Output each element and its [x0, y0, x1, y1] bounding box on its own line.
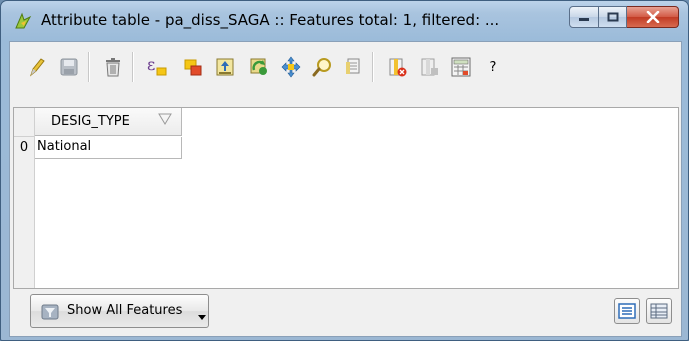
form-view-icon — [618, 303, 636, 319]
pencil-icon — [29, 58, 45, 77]
toolbar-separator — [88, 52, 90, 82]
save-edits-button[interactable] — [56, 54, 82, 80]
deselect-all-button[interactable] — [180, 54, 206, 80]
move-selection-to-top-button[interactable] — [212, 54, 238, 80]
save-icon — [60, 58, 78, 76]
delete-selected-button[interactable] — [100, 54, 126, 80]
toolbar-separator — [132, 52, 134, 82]
row-header[interactable]: 0 — [14, 137, 35, 159]
deselect-icon — [184, 59, 202, 76]
attribute-table[interactable]: DESIG_TYPE 0 National — [13, 107, 679, 289]
delete-column-icon — [389, 58, 407, 77]
close-button[interactable] — [627, 6, 679, 28]
table-corner[interactable] — [14, 108, 35, 137]
show-all-features-button[interactable]: Show All Features — [30, 294, 209, 328]
dropdown-arrow-icon — [198, 315, 206, 320]
help-icon: ? — [489, 59, 497, 75]
form-view-button[interactable] — [614, 298, 640, 324]
table-view-button[interactable] — [646, 298, 672, 324]
select-by-expression-button[interactable]: ε — [144, 54, 170, 80]
toolbar: ε ? — [10, 42, 681, 92]
window-controls — [569, 6, 679, 28]
table-cell[interactable]: National — [35, 137, 182, 159]
field-calculator-button[interactable] — [448, 54, 474, 80]
zoom-map-to-selected-button[interactable] — [310, 54, 336, 80]
invert-selection-icon — [250, 58, 267, 75]
expression-icon: ε — [147, 55, 167, 76]
column-header-label: DESIG_TYPE — [51, 114, 130, 129]
new-column-button[interactable] — [416, 54, 442, 80]
row-header-area — [14, 159, 35, 288]
delete-column-button[interactable] — [384, 54, 410, 80]
pan-icon — [281, 56, 301, 78]
help-button[interactable]: ? — [480, 54, 506, 80]
minimize-button[interactable] — [569, 6, 599, 28]
svg-text:ε: ε — [147, 55, 155, 74]
qgis-logo-icon — [15, 12, 32, 29]
pan-map-to-selected-button[interactable] — [278, 54, 304, 80]
calculator-icon — [451, 57, 471, 77]
column-header-desig-type[interactable]: DESIG_TYPE — [35, 108, 182, 136]
close-icon — [646, 11, 659, 23]
title-bar[interactable]: Attribute table - pa_diss_SAGA :: Featur… — [1, 1, 688, 41]
client-area: ε ? DESIG_TYPE 0 National Show All Featu… — [9, 41, 682, 337]
maximize-icon — [607, 12, 618, 22]
copy-icon — [346, 58, 360, 74]
new-column-icon — [421, 58, 438, 76]
copy-selected-rows-button[interactable] — [340, 54, 366, 80]
attribute-table-window: Attribute table - pa_diss_SAGA :: Featur… — [0, 0, 689, 341]
window-title: Attribute table - pa_diss_SAGA :: Featur… — [41, 11, 500, 29]
minimize-icon — [579, 18, 589, 21]
table-view-icon — [650, 303, 668, 319]
toggle-editing-button[interactable] — [24, 54, 50, 80]
trash-icon — [106, 58, 120, 77]
zoom-icon — [312, 58, 331, 77]
sort-indicator-icon — [158, 113, 172, 125]
move-top-icon — [216, 58, 234, 76]
invert-selection-button[interactable] — [246, 54, 272, 80]
filter-icon — [41, 304, 59, 320]
maximize-button[interactable] — [599, 6, 627, 28]
filter-button-label: Show All Features — [67, 303, 183, 318]
toolbar-separator — [372, 52, 374, 82]
